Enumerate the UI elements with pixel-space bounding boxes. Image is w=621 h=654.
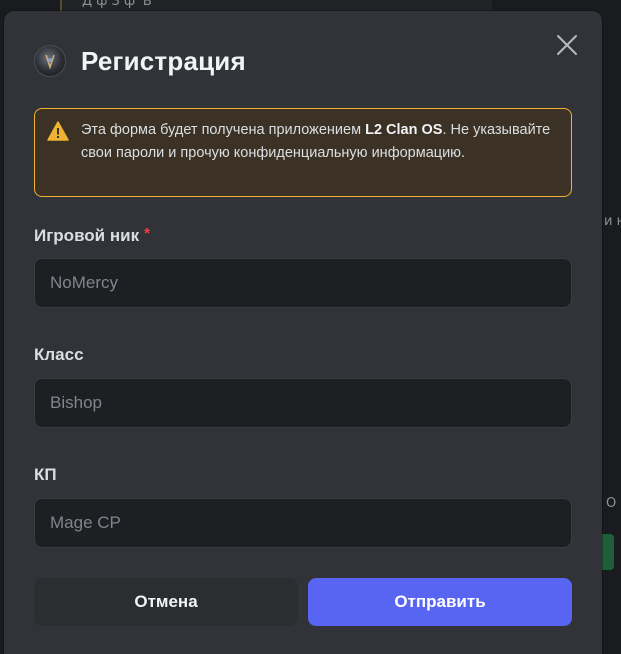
required-mark: * [144,225,150,242]
background-text-top: Д ф З ф 'В [82,0,152,9]
background-text-right-2: О [606,496,617,511]
warning-text: Эта форма будет получена приложением L2 … [81,122,551,161]
privacy-warning: Эта форма будет получена приложением L2 … [34,108,572,197]
class-label: Класс [34,345,84,364]
warning-app-name: L2 Clan OS [365,122,443,138]
cp-label: КП [34,465,57,484]
cancel-button[interactable]: Отмена [34,578,298,626]
warning-triangle-icon [47,121,69,141]
nickname-label: Игровой ник * [34,225,150,245]
close-icon [557,35,577,55]
nickname-input[interactable] [34,258,572,308]
class-input[interactable] [34,378,572,428]
registration-modal: Регистрация Эта форма будет получена при… [4,11,602,654]
close-button[interactable] [554,32,580,58]
clan-logo-icon [34,45,66,77]
submit-button[interactable]: Отправить [308,578,572,626]
modal-header: Регистрация [34,45,246,77]
cp-input[interactable] [34,498,572,548]
modal-title: Регистрация [81,45,246,76]
background-text-right: и н [604,214,621,229]
